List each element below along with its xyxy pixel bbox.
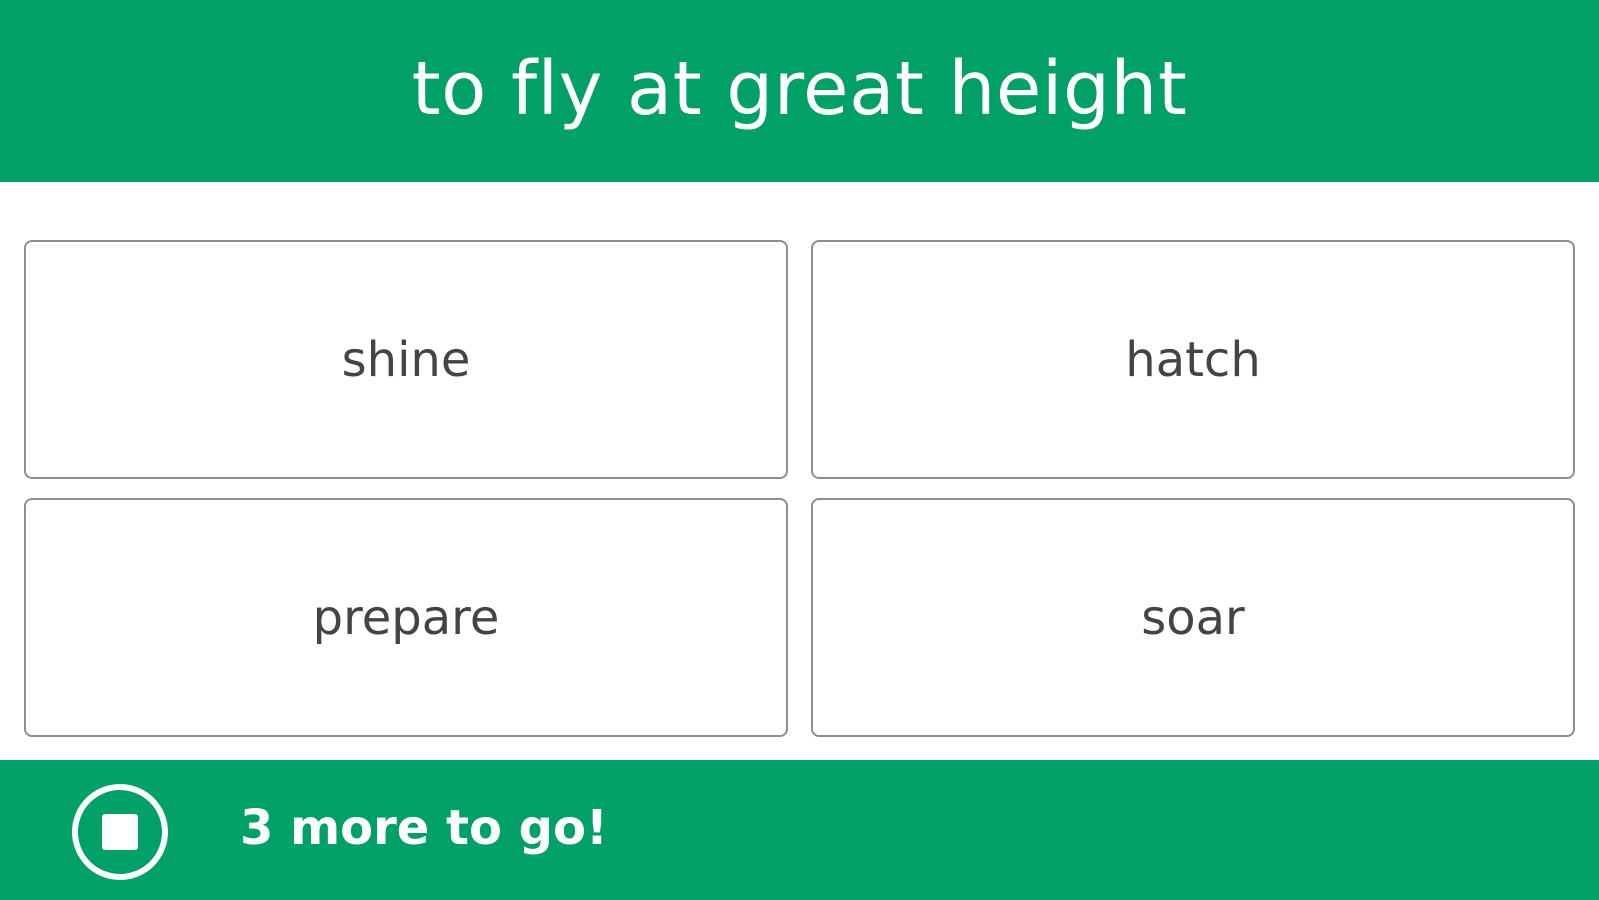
choice-label: hatch <box>1125 331 1261 388</box>
question-prompt: to fly at great height <box>411 46 1188 132</box>
footer-bar: 3 more to go! <box>0 760 1599 900</box>
answer-choices: shine hatch prepare soar <box>24 240 1576 737</box>
choice-button-shine[interactable]: shine <box>24 240 788 479</box>
choice-label: shine <box>341 331 471 388</box>
stop-button[interactable] <box>72 784 168 880</box>
question-header: to fly at great height <box>0 0 1599 182</box>
choice-button-hatch[interactable]: hatch <box>811 240 1575 479</box>
choice-label: soar <box>1141 589 1245 646</box>
choice-button-soar[interactable]: soar <box>811 498 1575 737</box>
stop-icon <box>102 814 138 850</box>
choice-label: prepare <box>312 589 500 646</box>
choice-button-prepare[interactable]: prepare <box>24 498 788 737</box>
progress-text: 3 more to go! <box>240 800 608 856</box>
